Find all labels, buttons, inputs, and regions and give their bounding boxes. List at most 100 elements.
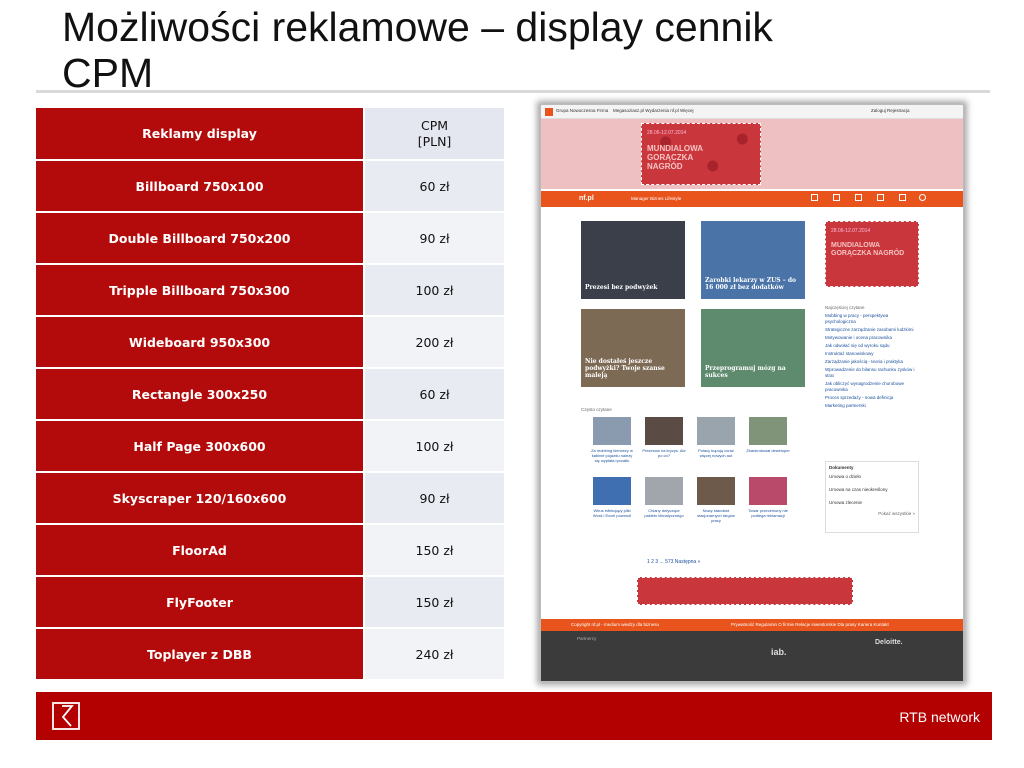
list-item: Motywowanie i ocena pracownika: [825, 335, 893, 340]
mock-thumbnail: [749, 477, 787, 505]
table-row: Toplayer z DBB 240 zł: [36, 628, 504, 681]
ad-format-price: 90 zł: [364, 472, 504, 525]
mock-thumbnail: [697, 417, 735, 445]
mock-article-tile: Nie dostałeś jeszcze podwyżki? Twoje sza…: [581, 309, 685, 387]
mock-article-tile: Zarobki lekarzy w ZUS – do 16 000 zł bez…: [701, 221, 805, 299]
list-item: Zarządzanie jakością - teoria i praktyka: [825, 359, 904, 364]
header-cpm: CPM [PLN]: [364, 108, 504, 161]
search-icon: [919, 194, 926, 201]
footer-bar: RTB network: [36, 692, 992, 740]
mock-most-read-list: Najczęściej czytane Mobbing w pracy - pe…: [825, 305, 919, 411]
mock-side-ad-date: 28.06-12.07.2014: [831, 228, 871, 234]
ad-format-price: 150 zł: [364, 576, 504, 629]
mock-tile-caption: Zarobki lekarzy w ZUS – do 16 000 zł bez…: [705, 277, 797, 291]
list-item: Umowa zlecenie: [829, 500, 863, 505]
list-item: Umowa na czas nieokreślony: [829, 487, 888, 492]
mock-thumb-caption: Za mobbing kierowcy w kabinie pojazdu na…: [591, 448, 633, 463]
mock-nav-links: Manager Biznes Lifestyle: [631, 196, 682, 201]
mock-thumbnail: [645, 417, 683, 445]
mock-copyright: Copyright nf.pl - medium wiedzy dla bizn…: [571, 622, 660, 627]
mock-flyfooter-ad: [637, 577, 853, 605]
mock-thumb-caption: Towar przeceniony nie podlega reklamacji: [748, 508, 788, 518]
mock-thumb-caption: Nowy standard stacjonarnych targów pracy: [697, 508, 735, 523]
mock-tile-caption: Przeprogramuj mózg na sukces: [705, 365, 786, 379]
mock-pagination: 1 2 3 ... 573 Następna »: [647, 559, 701, 565]
table-row: FloorAd 150 zł: [36, 524, 504, 577]
mock-partners-label: Partnerzy: [577, 636, 597, 641]
table-row: Half Page 300x600 100 zł: [36, 420, 504, 473]
mock-thumb-caption: Zbankrutował deweloper: [746, 448, 790, 453]
list-item: Umowa o dzieło: [829, 474, 862, 479]
list-item: Marketing partnerski: [825, 403, 866, 408]
table-row: Double Billboard 750x200 90 zł: [36, 212, 504, 265]
mock-partner-iab: iab.: [771, 647, 787, 657]
mock-docs-heading: Dokumenty: [829, 465, 854, 470]
mock-rectangle-ad: 28.06-12.07.2014 MUNDIALOWA GORĄCZKA NAG…: [825, 221, 919, 287]
mock-partners-footer: Partnerzy iab. Deloitte.: [541, 631, 963, 681]
ad-format-name: Skyscraper 120/160x600: [36, 472, 365, 525]
mock-partner-deloitte: Deloitte.: [875, 639, 903, 646]
mock-tile-caption: Prezesi bez podwyżek: [585, 284, 658, 291]
mock-nav-icon: [877, 194, 884, 201]
mock-thumbnail: [593, 477, 631, 505]
slide-title-line-1: Możliwości reklamowe – display cennik: [62, 4, 773, 50]
mock-nav-icon: [811, 194, 818, 201]
mock-footer-links: Prywatność Regulamin O firmie Relacje in…: [731, 622, 889, 627]
mock-thumb-caption: Polacy kupują coraz więcej nowych aut: [698, 448, 734, 458]
list-item: Proces sprzedaży - nowa definicja: [825, 395, 894, 400]
ad-format-name: FloorAd: [36, 524, 365, 577]
table-row: Skyscraper 120/160x600 90 zł: [36, 472, 504, 525]
mock-thumbnail: [593, 417, 631, 445]
ad-format-price: 150 zł: [364, 524, 504, 577]
slide-title: Możliwości reklamowe – display cennik CP…: [62, 4, 962, 96]
mock-banner-text: MUNDIALOWA GORĄCZKA NAGRÓD: [647, 144, 703, 171]
mock-topbar-right: Zaloguj Rejestracja: [871, 108, 910, 113]
title-divider: [36, 90, 990, 93]
rtb-logo-icon: [52, 702, 80, 730]
ad-format-price: 100 zł: [364, 264, 504, 317]
mock-thumb-caption: Wirus infekujący pliki Word i Excel powr…: [592, 508, 632, 518]
ad-format-name: Toplayer z DBB: [36, 628, 365, 681]
mock-thumb-caption: Prezesów na kryzys. Ale po co?: [642, 448, 686, 458]
table-row: Rectangle 300x250 60 zł: [36, 368, 504, 421]
website-screenshot: Grupa Nowoczesna Firma Megasoziasz.pl Wy…: [540, 104, 964, 682]
list-item: Jak obliczyć wynagrodzenie chorobowe pra…: [825, 381, 905, 392]
mock-nav-icon: [899, 194, 906, 201]
mock-topbar-links: Megasoziasz.pl Wydarzenia nf.pl Więcej: [613, 108, 694, 113]
mock-documents-box: Dokumenty Umowa o dzieło Umowa na czas n…: [825, 461, 919, 533]
mock-topbar: Grupa Nowoczesna Firma Megasoziasz.pl Wy…: [541, 105, 963, 119]
mock-article-tile: Prezesi bez podwyżek: [581, 221, 685, 299]
header-ad-type: Reklamy display: [36, 108, 365, 161]
mock-section-label: Często czytane: [581, 407, 612, 412]
ad-format-price: 200 zł: [364, 316, 504, 369]
ad-format-price: 240 zł: [364, 628, 504, 681]
mock-tile-caption: Nie dostałeś jeszcze podwyżki? Twoje sza…: [585, 358, 665, 379]
list-item: Wprowadzenie do bilansu rachunku zysków …: [825, 367, 915, 378]
table-row: Wideboard 950x300 200 zł: [36, 316, 504, 369]
table-row: Tripple Billboard 750x300 100 zł: [36, 264, 504, 317]
mock-nav-brand: nf.pl: [579, 195, 594, 202]
list-item: Instruktaż stanowiskowy: [825, 351, 874, 356]
mock-nav-icon: [833, 194, 840, 201]
mock-side-ad-text: MUNDIALOWA GORĄCZKA NAGRÓD: [831, 242, 905, 257]
mock-thumb-caption: Chiany dotyczące pakietu klimatycznego: [644, 508, 684, 518]
ad-format-name: Wideboard 950x300: [36, 316, 365, 369]
mock-billboard-ad: 28.06-12.07.2014 MUNDIALOWA GORĄCZKA NAG…: [641, 123, 761, 185]
cpm-price-table: Reklamy display CPM [PLN] Billboard 750x…: [36, 108, 504, 681]
footer-brand: RTB network: [899, 709, 980, 725]
mock-navbar: nf.pl Manager Biznes Lifestyle: [541, 191, 963, 207]
header-cpm-line-1: CPM: [420, 117, 449, 133]
mock-thumbnail: [645, 477, 683, 505]
ad-format-name: Half Page 300x600: [36, 420, 365, 473]
table-header-row: Reklamy display CPM [PLN]: [36, 108, 504, 161]
mock-logo-icon: [545, 108, 553, 116]
list-item: Strategiczne zarządzanie zasobami ludzki…: [825, 327, 914, 332]
mock-thumbnail: [749, 417, 787, 445]
table-row: Billboard 750x100 60 zł: [36, 160, 504, 213]
mock-footer-bar: Copyright nf.pl - medium wiedzy dla bizn…: [541, 619, 963, 631]
ad-format-name: FlyFooter: [36, 576, 365, 629]
list-item: Jak odwołać się od wyroku sądu: [825, 343, 890, 348]
ad-format-name: Billboard 750x100: [36, 160, 365, 213]
header-cpm-line-2: [PLN]: [417, 133, 452, 149]
mock-docs-more-link: Pokaż wszystkie »: [878, 511, 915, 516]
